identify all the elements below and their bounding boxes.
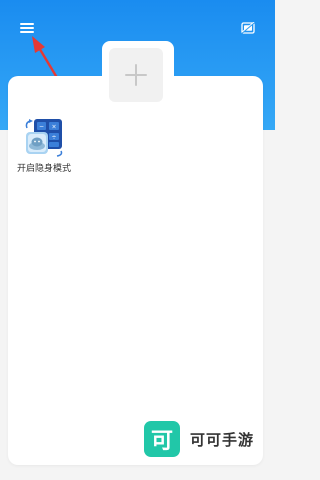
watermark: 可 可可手游 bbox=[144, 420, 254, 458]
watermark-logo: 可 bbox=[144, 421, 180, 457]
hide-toggle-icon[interactable] bbox=[241, 22, 255, 34]
svg-text:−: − bbox=[39, 124, 44, 131]
menu-icon[interactable] bbox=[20, 22, 34, 34]
watermark-text: 可可手游 bbox=[190, 431, 255, 449]
svg-text:×: × bbox=[51, 124, 56, 131]
calculator-icon: − × ÷ bbox=[25, 119, 63, 157]
app-item-stealth-mode[interactable]: − × ÷ 开启隐身模式 bbox=[12, 117, 76, 175]
add-app-button[interactable] bbox=[109, 48, 163, 102]
app-label: 开启隐身模式 bbox=[16, 163, 71, 173]
svg-text:÷: ÷ bbox=[51, 134, 56, 141]
